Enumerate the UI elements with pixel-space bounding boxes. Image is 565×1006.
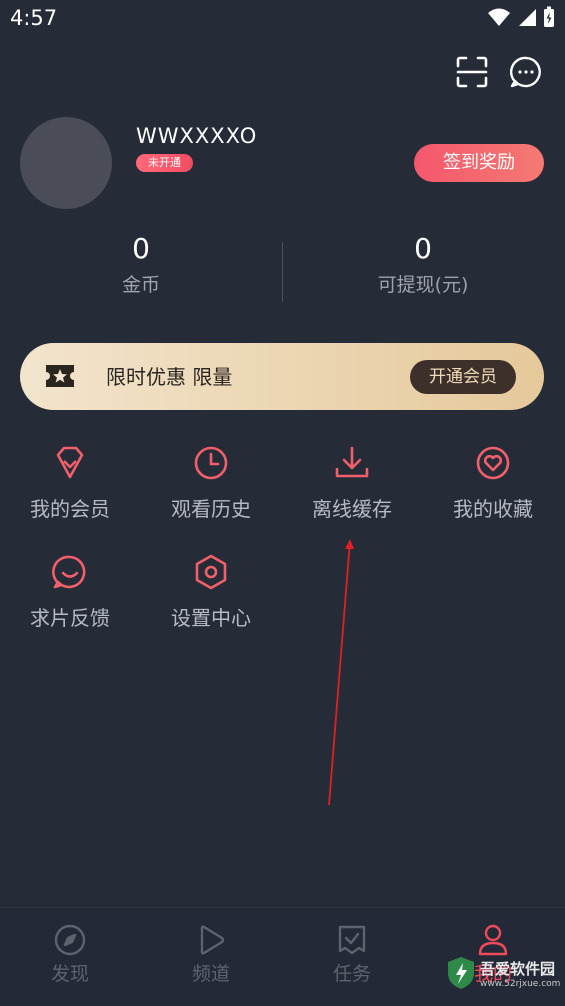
coins-value: 0	[132, 232, 150, 265]
withdrawable-value: 0	[414, 232, 432, 265]
watermark-text: 吾爱软件园	[480, 959, 556, 978]
diamond-icon	[56, 446, 84, 479]
feedback-icon	[52, 555, 86, 589]
scan-icon	[456, 56, 488, 88]
promo-text: 限时优惠 限量	[106, 365, 233, 389]
battery-icon	[544, 6, 554, 27]
nav-tasks[interactable]: 任务	[307, 923, 397, 986]
username: WWXXXXO	[136, 124, 258, 148]
settings-icon	[195, 554, 227, 590]
grid-label-offline-cache: 离线缓存	[312, 497, 392, 521]
heart-icon	[476, 446, 510, 480]
watermark-text-group: 吾爱软件园 www.52rjxue.com	[480, 958, 560, 989]
nav-label-tasks: 任务	[332, 963, 371, 985]
checkin-reward-button[interactable]: 签到奖励	[414, 144, 544, 182]
shield-logo-icon	[448, 957, 474, 989]
scan-button[interactable]	[455, 55, 489, 89]
stat-withdrawable[interactable]: 0 可提现(元)	[333, 232, 513, 297]
chat-bubble-icon	[510, 56, 541, 88]
grid-label-vip: 我的会员	[30, 497, 110, 521]
grid-item-vip[interactable]: 我的会员	[5, 443, 135, 522]
watermark: 吾爱软件园 www.52rjxue.com	[446, 945, 561, 1001]
grid-label-feedback: 求片反馈	[30, 606, 110, 630]
download-icon	[335, 446, 369, 478]
nav-discover[interactable]: 发现	[25, 923, 115, 986]
status-time: 4:57	[10, 6, 58, 30]
wifi-icon	[488, 8, 510, 26]
coins-label: 金币	[121, 274, 160, 296]
message-button[interactable]	[509, 55, 543, 89]
watermark-url: www.52rjxue.com	[480, 978, 561, 989]
vip-status-badge: 未开通	[136, 154, 193, 172]
stat-coins[interactable]: 0 金币	[51, 232, 231, 297]
compass-icon	[54, 924, 86, 956]
grid-item-offline-cache[interactable]: 离线缓存	[287, 443, 417, 522]
task-icon	[338, 925, 366, 955]
grid-item-favorites[interactable]: 我的收藏	[428, 443, 558, 522]
annotation-arrow	[328, 539, 354, 806]
status-icons	[487, 6, 555, 28]
grid-item-history[interactable]: 观看历史	[146, 443, 276, 522]
grid-item-settings[interactable]: 设置中心	[146, 552, 276, 631]
grid-label-history: 观看历史	[171, 497, 251, 521]
ticket-star-icon	[46, 365, 74, 387]
grid-label-settings: 设置中心	[171, 606, 251, 630]
grid-label-favorites: 我的收藏	[453, 497, 533, 521]
grid-item-feedback[interactable]: 求片反馈	[5, 552, 135, 631]
withdrawable-label: 可提现(元)	[377, 274, 469, 296]
stats-divider	[282, 242, 283, 302]
clock-icon	[194, 446, 228, 480]
nav-label-discover: 发现	[50, 963, 89, 985]
top-actions	[455, 55, 543, 89]
play-icon	[200, 925, 225, 955]
nav-channel[interactable]: 频道	[166, 923, 256, 986]
activate-vip-button[interactable]: 开通会员	[410, 360, 516, 394]
avatar[interactable]	[20, 117, 112, 209]
nav-label-channel: 频道	[191, 963, 230, 985]
signal-icon	[519, 9, 536, 26]
